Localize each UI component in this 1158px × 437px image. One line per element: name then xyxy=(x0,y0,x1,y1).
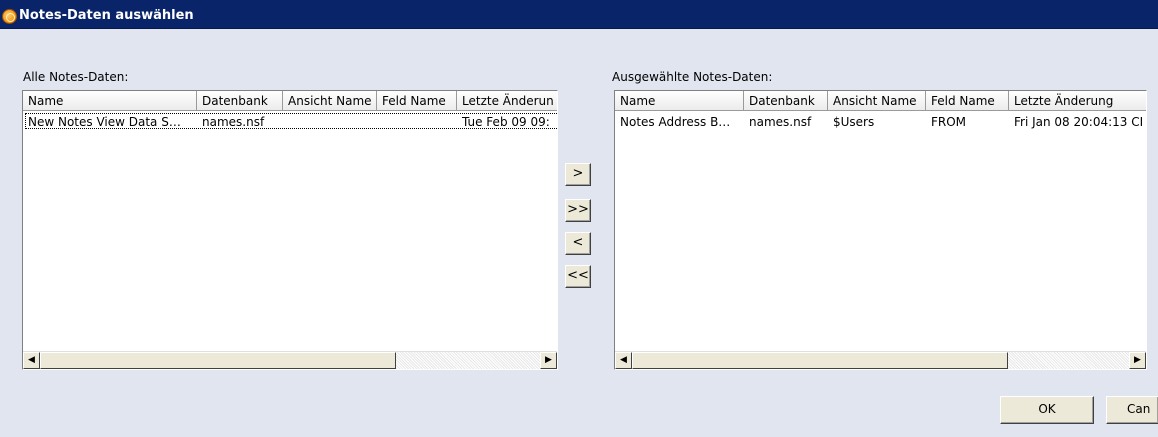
all-notes-data-label: Alle Notes-Daten: xyxy=(23,70,129,84)
row-cell-view-name: $Users xyxy=(833,115,875,129)
selected-notes-data-label: Ausgewählte Notes-Daten: xyxy=(612,70,773,84)
remove-all-button[interactable]: << xyxy=(565,265,591,288)
all-notes-data-list[interactable]: Name Datenbank Ansicht Name Feld Name Le… xyxy=(22,90,558,370)
horizontal-scrollbar[interactable]: ◀ ▶ xyxy=(615,351,1146,369)
column-header-name[interactable]: Name xyxy=(615,91,744,111)
column-header-name[interactable]: Name xyxy=(23,91,197,111)
ok-button[interactable]: OK xyxy=(1000,396,1094,424)
row-cell-field-name xyxy=(377,115,457,131)
column-header-database[interactable]: Datenbank xyxy=(744,91,828,111)
chevron-right-icon: ▶ xyxy=(545,355,552,365)
cancel-button[interactable]: Can xyxy=(1106,396,1158,424)
scroll-left-button[interactable]: ◀ xyxy=(615,352,632,369)
horizontal-scrollbar[interactable]: ◀ ▶ xyxy=(23,351,557,369)
lotus-notes-icon xyxy=(2,9,17,24)
chevron-left-icon: ◀ xyxy=(28,355,35,365)
column-header-field-name[interactable]: Feld Name xyxy=(377,91,457,111)
row-cell-name: Notes Address B… xyxy=(620,115,731,129)
column-header-view-name[interactable]: Ansicht Name xyxy=(283,91,377,111)
title-bar[interactable]: Notes-Daten auswählen xyxy=(0,0,1158,29)
list-header: Name Datenbank Ansicht Name Feld Name Le… xyxy=(615,91,1146,111)
selected-notes-data-list[interactable]: Name Datenbank Ansicht Name Feld Name Le… xyxy=(614,90,1147,370)
scrollbar-thumb[interactable] xyxy=(40,352,396,369)
column-header-field-name[interactable]: Feld Name xyxy=(926,91,1009,111)
scrollbar-thumb[interactable] xyxy=(632,352,1008,369)
row-cell-field-name: FROM xyxy=(931,115,967,129)
add-button[interactable]: > xyxy=(565,163,591,186)
column-header-last-modified[interactable]: Letzte Änderung xyxy=(1009,91,1146,111)
add-all-button[interactable]: >> xyxy=(565,199,591,222)
row-cell-name: New Notes View Data S… xyxy=(28,115,181,129)
remove-button[interactable]: < xyxy=(565,232,591,255)
row-cell-database: names.nsf xyxy=(202,115,265,129)
scroll-right-button[interactable]: ▶ xyxy=(1129,352,1146,369)
chevron-left-icon: ◀ xyxy=(620,355,627,365)
scroll-left-button[interactable]: ◀ xyxy=(23,352,40,369)
row-cell-last-modified: Tue Feb 09 09: xyxy=(462,115,550,129)
scroll-right-button[interactable]: ▶ xyxy=(540,352,557,369)
column-header-view-name[interactable]: Ansicht Name xyxy=(828,91,926,111)
chevron-right-icon: ▶ xyxy=(1134,355,1141,365)
window-title: Notes-Daten auswählen xyxy=(19,8,194,23)
row-cell-database: names.nsf xyxy=(749,115,812,129)
row-cell-view-name xyxy=(283,115,377,131)
list-header: Name Datenbank Ansicht Name Feld Name Le… xyxy=(23,91,557,111)
column-header-last-modified[interactable]: Letzte Änderun xyxy=(457,91,557,111)
column-header-database[interactable]: Datenbank xyxy=(197,91,283,111)
row-cell-last-modified: Fri Jan 08 20:04:13 CI xyxy=(1014,115,1144,129)
